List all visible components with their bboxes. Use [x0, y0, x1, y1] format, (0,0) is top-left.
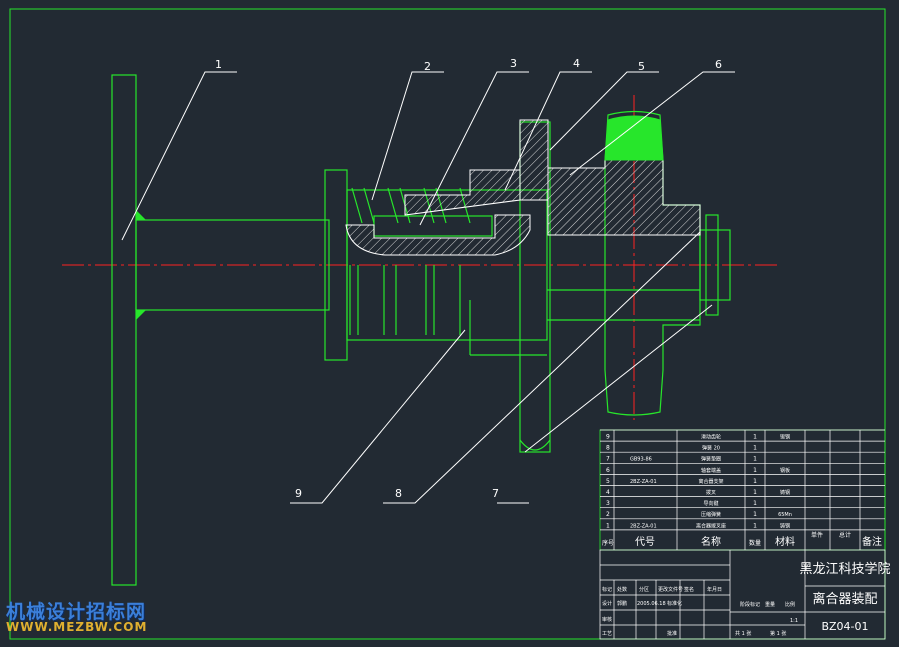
leader-label-2: 2: [424, 60, 431, 73]
bom-name: 弹簧垫圈: [701, 456, 721, 463]
bom-cells: 9 滑动齿轮 1 锻钢 8 弹簧 20 1 7 GB93-86 弹簧垫圈 1 6 轴套端盖 1 钢板 5 2BZ…: [602, 434, 882, 549]
weld-mark-top: [136, 210, 146, 220]
label-mark: 标记: [602, 586, 612, 593]
label-zone: 分区: [639, 586, 649, 593]
bom-no: 6: [606, 467, 610, 474]
bom-material: 铸钢: [780, 489, 790, 496]
bom-qty: 1: [753, 478, 757, 485]
bom-qty: 1: [753, 500, 757, 507]
bom-header-total: 总计: [839, 531, 851, 539]
bom-name: 轴套端盖: [701, 467, 721, 474]
bom-code: 2BZ-ZA-01: [630, 479, 657, 485]
bom-header-qty: 数量: [749, 539, 761, 547]
leader-label-4: 4: [573, 57, 580, 70]
bom-qty: 1: [753, 434, 757, 441]
leader-label-7: 7: [492, 487, 499, 500]
bom-no: 4: [606, 489, 610, 496]
title-block-text: 黑龙江科技学院 离合器装配 BZ04-01 标记 处数 分区 更改文件号 签名 …: [602, 561, 891, 637]
label-change-doc: 更改文件号: [658, 586, 683, 593]
bom-name: 导向键: [703, 500, 718, 507]
bom-no: 1: [606, 522, 610, 529]
label-date: 年月日: [707, 586, 722, 593]
section-hatching: [345, 115, 701, 256]
label-sign: 签名: [684, 586, 694, 593]
scale-value: 1:1: [790, 618, 798, 624]
assembly-drawing: 1 2 3 4 5 6 7 8 9 9 滑动齿轮 1 锻钢 8 弹簧 20 1 7 GB93-8…: [9, 8, 891, 640]
drawing-number: BZ04-01: [821, 620, 868, 633]
bom-name: 拨叉: [706, 489, 716, 496]
bom-qty: 1: [753, 456, 757, 463]
bom-no: 7: [606, 456, 610, 463]
label-stage: 阶段标记: [740, 601, 760, 608]
weld-mark-bottom: [136, 310, 146, 320]
bom-qty: 1: [753, 522, 757, 529]
bom-header-unit: 单件: [811, 531, 823, 539]
bom-no: 9: [606, 434, 610, 441]
label-approve: 批准: [667, 630, 677, 637]
bom-code: GB93-86: [630, 457, 652, 463]
bom-no: 2: [606, 511, 610, 518]
bom-header-no: 序号: [602, 539, 614, 547]
bom-qty: 1: [753, 489, 757, 496]
bom-material: 65Mn: [778, 512, 792, 518]
bom-name: 离合器支架: [698, 478, 723, 485]
designer-name: 郭鹏: [617, 600, 627, 607]
sheet-total: 共 1 张: [735, 630, 751, 637]
bom-name: 离合器拨叉座: [696, 522, 726, 529]
bom-header-code: 代号: [635, 536, 655, 548]
bom-qty: 1: [753, 511, 757, 518]
school-name: 黑龙江科技学院: [799, 561, 890, 577]
bom-code: 2BZ-ZA-01: [630, 523, 657, 529]
label-count: 处数: [617, 586, 627, 593]
label-process: 工艺: [602, 631, 612, 637]
leader-label-6: 6: [715, 58, 722, 71]
label-designer: 设计: [602, 600, 612, 607]
leader-label-8: 8: [395, 487, 402, 500]
bom-name: 滑动齿轮: [701, 434, 721, 441]
designer-date: 2005.06.18: [637, 601, 666, 607]
bom-qty: 1: [753, 445, 757, 452]
bom-no: 5: [606, 478, 610, 485]
bom-header-name: 名称: [701, 535, 721, 548]
label-weight: 重量: [765, 601, 775, 608]
bom-name: 压缩弹簧: [701, 511, 721, 518]
bom-material: 钢板: [780, 467, 790, 474]
leader-label-3: 3: [510, 57, 517, 70]
bom-material: 铸钢: [780, 522, 790, 529]
watermark-url: WWW.MEZBW.COM: [6, 620, 148, 634]
bom-material: 锻钢: [780, 434, 790, 441]
drawing-title: 离合器装配: [812, 591, 877, 607]
bom-qty: 1: [753, 467, 757, 474]
bom-name: 弹簧 20: [702, 445, 720, 452]
label-standard: 标准化: [667, 600, 682, 607]
leader-label-5: 5: [638, 60, 645, 73]
bom-header-remark: 备注: [862, 535, 882, 548]
leader-label-1: 1: [215, 58, 222, 71]
leader-label-9: 9: [295, 487, 302, 500]
label-scale: 比例: [785, 601, 795, 608]
bom-header-material: 材料: [775, 535, 795, 548]
bom-no: 8: [606, 445, 610, 452]
label-audit: 审核: [602, 616, 612, 623]
bom-no: 3: [606, 500, 610, 507]
sheet-number: 第 1 张: [770, 630, 786, 637]
